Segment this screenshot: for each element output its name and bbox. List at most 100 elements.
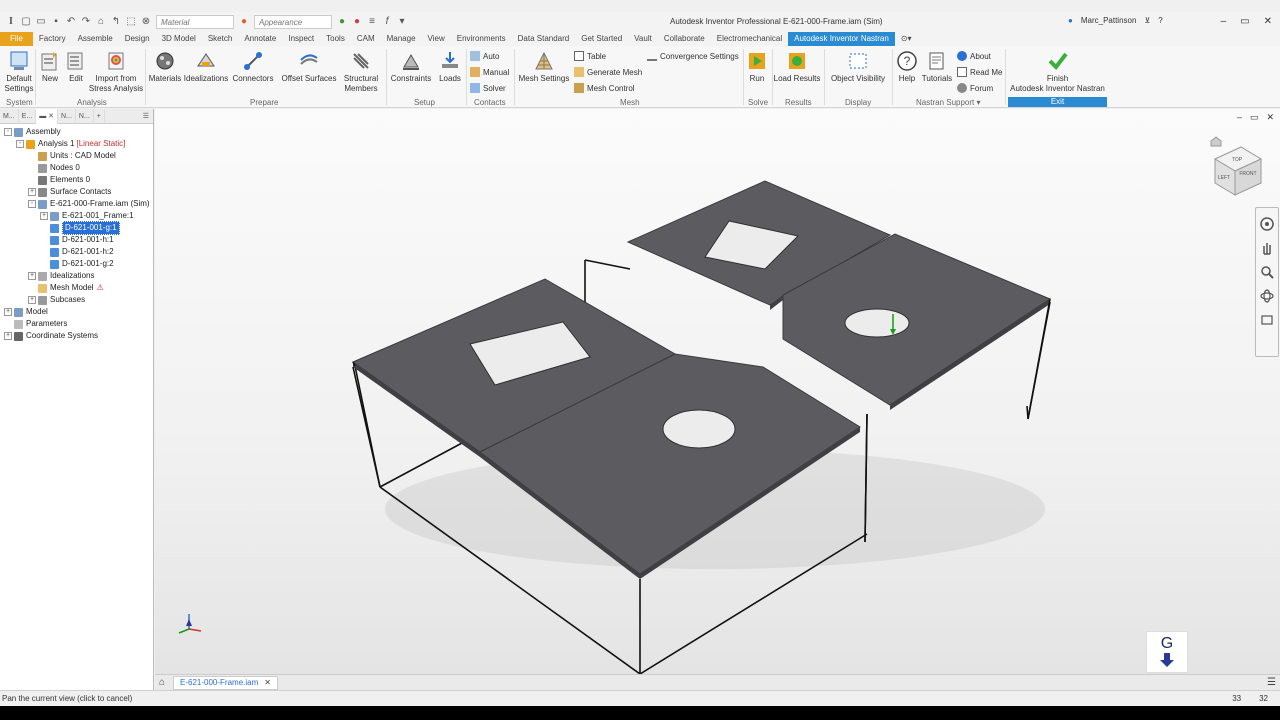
tab-3d-model[interactable]: 3D Model (156, 32, 202, 46)
tree-node[interactable]: + Surface Contacts (0, 186, 153, 198)
finish-nastran-button[interactable]: Finish Autodesk Inventor Nastran (1008, 50, 1107, 94)
home-tab-icon[interactable]: ⌂ (159, 677, 165, 688)
materials-button[interactable]: Materials (148, 50, 182, 84)
clear-appearance-icon[interactable]: ● (352, 17, 362, 27)
expand-icon[interactable]: + (4, 332, 12, 340)
pan-icon[interactable] (1259, 240, 1275, 256)
viewcube-left[interactable]: LEFT (1218, 175, 1230, 181)
tree-node[interactable]: Units : CAD Model (0, 150, 153, 162)
tab-manage[interactable]: Manage (381, 32, 422, 46)
steering-wheel-icon[interactable] (1259, 216, 1275, 232)
expand-icon[interactable]: + (4, 308, 12, 316)
browser-tab-4[interactable]: N... (76, 108, 94, 124)
zoom-icon[interactable] (1259, 264, 1275, 280)
tab-design[interactable]: Design (119, 32, 156, 46)
expand-icon[interactable]: + (28, 296, 36, 304)
open-icon[interactable]: ▭ (36, 17, 46, 27)
inventor-logo-icon[interactable]: I (6, 17, 16, 27)
tree-node[interactable]: Mesh Model ⚠ (0, 282, 153, 294)
orbit-icon[interactable] (1259, 288, 1275, 304)
expand-icon[interactable]: + (40, 212, 48, 220)
save-icon[interactable]: ▪ (51, 17, 61, 27)
home-icon[interactable]: ⌂ (96, 17, 106, 27)
mesh-table-button[interactable]: Table (574, 51, 606, 61)
run-button[interactable]: Run (746, 50, 768, 84)
tab-nastran[interactable]: Autodesk Inventor Nastran (788, 32, 895, 46)
tab-annotate[interactable]: Annotate (238, 32, 282, 46)
viewcube-front[interactable]: FRONT (1239, 171, 1256, 177)
tab-get-started[interactable]: Get Started (575, 32, 628, 46)
redo-icon[interactable]: ↷ (81, 17, 91, 27)
material-combo[interactable]: Material (156, 15, 234, 29)
tree-node[interactable]: Elements 0 (0, 174, 153, 186)
tab-inspect[interactable]: Inspect (282, 32, 320, 46)
doc-tab-frame[interactable]: E-621-000-Frame.iam ✕ (173, 675, 278, 690)
read-me-button[interactable]: Read Me (957, 67, 1002, 77)
new-analysis-button[interactable]: New (38, 50, 62, 84)
tab-electromechanical[interactable]: Electromechanical (711, 32, 788, 46)
collapse-icon[interactable]: - (28, 200, 36, 208)
expand-icon[interactable]: + (28, 188, 36, 196)
help-icon[interactable]: ? (1158, 16, 1162, 25)
edit-analysis-button[interactable]: Edit (64, 50, 88, 84)
import-stress-analysis-button[interactable]: Import from Stress Analysis (89, 50, 143, 94)
tree-node[interactable]: Parameters (0, 318, 153, 330)
loads-button[interactable]: Loads (436, 50, 464, 84)
mesh-settings-button[interactable]: Mesh Settings (518, 50, 570, 84)
tree-node[interactable]: D-621-001-h:2 (0, 246, 153, 258)
tab-collaborate[interactable]: Collaborate (658, 32, 711, 46)
group-nastran-support-label[interactable]: Nastran Support ▾ (916, 98, 981, 107)
offset-surfaces-button[interactable]: Offset Surfaces (280, 50, 338, 84)
constraints-button[interactable]: Constraints (389, 50, 433, 84)
close-icon[interactable]: ✕ (1264, 16, 1272, 27)
look-at-icon[interactable] (1259, 312, 1275, 328)
solver-contacts-button[interactable]: Solver (470, 83, 506, 93)
tree-node[interactable]: + Idealizations (0, 270, 153, 282)
close-tab-icon[interactable]: ✕ (264, 676, 271, 690)
tree-node[interactable]: - E-621-000-Frame.iam (Sim) (0, 198, 153, 210)
graphics-viewport[interactable]: – ▭ ✕ TOP LEFT FRONT G (155, 109, 1280, 674)
tree-node[interactable]: + Subcases (0, 294, 153, 306)
about-button[interactable]: About (957, 51, 991, 61)
tab-cam[interactable]: CAM (351, 32, 381, 46)
browser-tab-2[interactable]: E... (19, 108, 37, 124)
appearance-combo[interactable]: Appearance (254, 15, 332, 29)
default-settings-button[interactable]: Default Settings (4, 50, 34, 94)
viewcube-home-icon[interactable] (1210, 136, 1222, 147)
tutorials-button[interactable]: Tutorials (921, 50, 953, 84)
collapse-icon[interactable]: - (16, 140, 24, 148)
generate-mesh-button[interactable]: Generate Mesh (574, 67, 642, 77)
minimize-icon[interactable]: – (1221, 16, 1227, 27)
return-icon[interactable]: ↰ (111, 17, 121, 27)
tab-view[interactable]: View (422, 32, 451, 46)
convergence-settings-button[interactable]: Convergence Settings (647, 51, 739, 61)
forum-button[interactable]: Forum (957, 83, 993, 93)
tab-data-standard[interactable]: Data Standard (512, 32, 576, 46)
tree-node[interactable]: - Analysis 1 [Linear Static] (0, 138, 153, 150)
structural-members-button[interactable]: Structural Members (342, 50, 380, 94)
add-tab-icon[interactable]: + (94, 108, 105, 124)
viewcube-top[interactable]: TOP (1232, 157, 1243, 163)
browser-menu-icon[interactable]: ☰ (143, 112, 153, 120)
tree-node[interactable]: D-621-001-g:1 (0, 221, 153, 235)
new-file-icon[interactable]: ▢ (21, 17, 31, 27)
tab-tools[interactable]: Tools (320, 32, 351, 46)
cart-icon[interactable]: ⊻ (1144, 16, 1150, 25)
manual-contacts-button[interactable]: Manual (470, 67, 509, 77)
tabs-menu-icon[interactable]: ☰ (1267, 677, 1276, 688)
fx-icon[interactable]: f (382, 17, 392, 27)
restore-icon[interactable]: ▭ (1240, 16, 1249, 27)
auto-contacts-button[interactable]: Auto (470, 51, 499, 61)
collapse-icon[interactable]: - (4, 128, 12, 136)
mesh-control-button[interactable]: Mesh Control (574, 83, 635, 93)
help-button[interactable]: ? Help (895, 50, 919, 84)
browser-tab-3[interactable]: N... (58, 108, 76, 124)
dropdown-icon[interactable]: ▾ (397, 17, 407, 27)
params-icon[interactable]: ≡ (367, 17, 377, 27)
tab-environments[interactable]: Environments (451, 32, 512, 46)
browser-tab-1[interactable]: M... (0, 108, 19, 124)
tab-factory[interactable]: Factory (33, 32, 72, 46)
tab-assemble[interactable]: Assemble (72, 32, 119, 46)
tree-node[interactable]: - Assembly (0, 126, 153, 138)
tree-node[interactable]: + Coordinate Systems (0, 330, 153, 342)
